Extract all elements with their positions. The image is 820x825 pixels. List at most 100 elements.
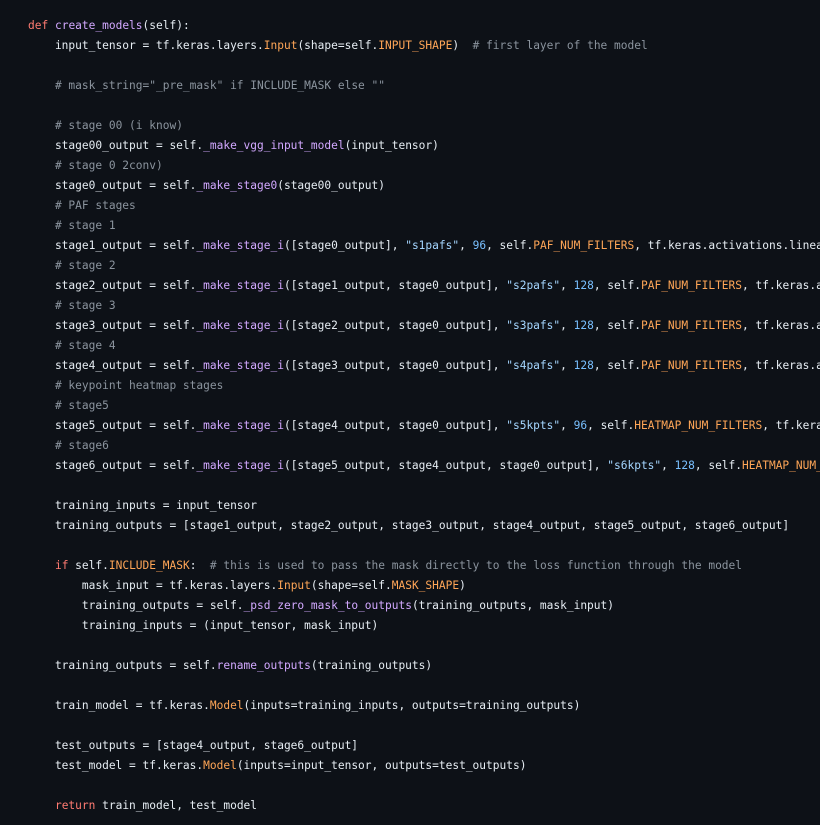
code-line: stage2_output = self._make_stage_i([stag… xyxy=(28,276,820,296)
comment-token: # mask_string="_pre_mask" if INCLUDE_MAS… xyxy=(54,79,385,92)
code-token: (stage00_output) xyxy=(277,179,385,192)
number-token: 128 xyxy=(573,279,594,292)
code-token: , self. xyxy=(694,459,743,472)
string-token: "s2pafs" xyxy=(506,279,561,292)
code-token: (shape=self. xyxy=(310,579,392,592)
code-line: training_outputs = self.rename_outputs(t… xyxy=(28,656,820,676)
code-token: (training_outputs) xyxy=(310,659,433,672)
comment-token: # keypoint heatmap stages xyxy=(54,379,224,392)
code-token: train_model = tf.keras. xyxy=(28,699,210,712)
code-token: mask_input = tf.keras.layers. xyxy=(28,579,278,592)
code-line: # stage 1 xyxy=(28,216,820,236)
code-token: stage4_output = self. xyxy=(28,359,197,372)
code-token: ) xyxy=(459,579,466,592)
number-token: 96 xyxy=(573,419,588,432)
code-token: training_inputs = (input_tensor, mask_in… xyxy=(28,619,379,632)
code-token: ([stage4_output, stage0_output], xyxy=(283,419,507,432)
code-line: stage4_output = self._make_stage_i([stag… xyxy=(28,356,820,376)
code-token: input_tensor = tf.keras.layers. xyxy=(28,39,264,52)
code-line: # stage6 xyxy=(28,436,820,456)
code-token: ([stage3_output, stage0_output], xyxy=(283,359,507,372)
function-token: _psd_zero_mask_to_outputs xyxy=(243,599,412,612)
comment-token: # stage 0 2conv) xyxy=(54,159,163,172)
code-token: (training_outputs, mask_input) xyxy=(411,599,615,612)
code-token: , self. xyxy=(593,279,641,292)
string-token: "s6kpts" xyxy=(607,459,662,472)
code-token: , tf.keras.activations.linear) xyxy=(634,239,820,252)
code-token: , tf.keras.act xyxy=(742,359,820,372)
constant-token: PAF_NUM_FILTERS xyxy=(640,359,743,372)
code-line: training_outputs = self._psd_zero_mask_t… xyxy=(28,596,820,616)
code-line: # stage 0 2conv) xyxy=(28,156,820,176)
string-token: "s1pafs" xyxy=(405,239,460,252)
code-line: stage3_output = self._make_stage_i([stag… xyxy=(28,316,820,336)
code-line: def create_models(self): xyxy=(28,16,820,36)
code-token: (shape=self. xyxy=(297,39,379,52)
code-token: (inputs=input_tensor, outputs=test_outpu… xyxy=(236,759,527,772)
code-line: stage0_output = self._make_stage0(stage0… xyxy=(28,176,820,196)
code-token: , xyxy=(560,419,574,432)
code-line: # stage 3 xyxy=(28,296,820,316)
function-token: _make_stage_i xyxy=(196,239,284,252)
code-line: training_inputs = (input_tensor, mask_in… xyxy=(28,616,820,636)
code-line: # stage5 xyxy=(28,396,820,416)
constant-token: Model xyxy=(209,699,244,712)
function-token: _make_stage0 xyxy=(196,179,278,192)
number-token: 96 xyxy=(472,239,487,252)
code-token: test_model = tf.keras. xyxy=(28,759,204,772)
comment-token: # stage6 xyxy=(54,439,109,452)
code-token: ([stage1_output, stage0_output], xyxy=(283,279,507,292)
constant-token: PAF_NUM_FILTERS xyxy=(640,279,743,292)
number-token: 128 xyxy=(573,359,594,372)
code-token: self. xyxy=(68,559,109,572)
code-token: ([stage5_output, stage4_output, stage0_o… xyxy=(283,459,608,472)
code-token: train_model, test_model xyxy=(95,799,258,812)
constant-token: MASK_SHAPE xyxy=(391,579,460,592)
code-token: stage00_output = self. xyxy=(28,139,204,152)
code-line: stage1_output = self._make_stage_i([stag… xyxy=(28,236,820,256)
code-token: stage1_output = self. xyxy=(28,239,197,252)
code-line: # keypoint heatmap stages xyxy=(28,376,820,396)
code-token: , tf.keras.act xyxy=(742,279,820,292)
comment-token: # stage 00 (i know) xyxy=(54,119,183,132)
comment-token: # stage 3 xyxy=(54,299,116,312)
constant-token: Input xyxy=(263,39,298,52)
code-token: , xyxy=(661,459,675,472)
code-line: if self.INCLUDE_MASK: # this is used to … xyxy=(28,556,820,576)
code-line: # stage 4 xyxy=(28,336,820,356)
code-token: training_outputs = self. xyxy=(28,599,244,612)
code-line: # stage 00 (i know) xyxy=(28,116,820,136)
code-line: mask_input = tf.keras.layers.Input(shape… xyxy=(28,576,820,596)
code-line: stage00_output = self._make_vgg_input_mo… xyxy=(28,136,820,156)
number-token: 128 xyxy=(674,459,695,472)
comment-token: # PAF stages xyxy=(54,199,136,212)
code-token: training_outputs = [stage1_output, stage… xyxy=(28,519,790,532)
code-line: return train_model, test_model xyxy=(28,796,820,816)
code-line: test_outputs = [stage4_output, stage6_ou… xyxy=(28,736,820,756)
code-token: stage3_output = self. xyxy=(28,319,197,332)
code-token: , tf.keras.act xyxy=(742,319,820,332)
code-token: stage6_output = self. xyxy=(28,459,197,472)
keyword-token: if xyxy=(54,559,69,572)
code-token: ([stage0_output], xyxy=(283,239,406,252)
code-token: test_outputs = [stage4_output, stage6_ou… xyxy=(28,739,359,752)
number-token: 128 xyxy=(573,319,594,332)
code-token: : xyxy=(189,559,210,572)
string-token: "s4pafs" xyxy=(506,359,561,372)
